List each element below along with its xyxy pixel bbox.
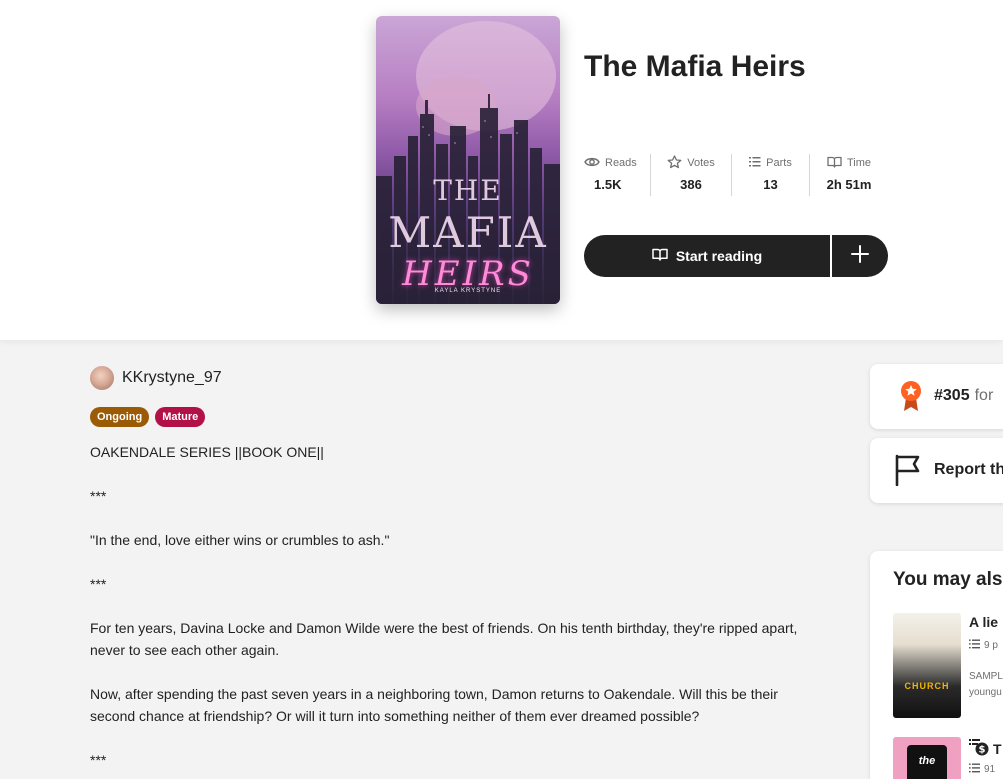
story-title: The Mafia Heirs [584, 50, 806, 83]
stat-time-value: 2h 51m [826, 177, 872, 192]
stat-votes-label: Votes [687, 157, 715, 169]
recommended-book-cover[interactable]: the [893, 737, 961, 779]
avatar [90, 366, 114, 390]
author-link[interactable]: KKrystyne_97 [90, 366, 222, 390]
recommended-book-parts-count: 9 p [984, 640, 998, 651]
report-label: Report th [934, 461, 1003, 478]
description-paragraph: *** [90, 752, 107, 768]
open-book-icon [652, 248, 668, 264]
description-paragraph: OAKENDALE SERIES ||BOOK ONE|| [90, 444, 324, 460]
stat-votes-value: 386 [680, 177, 702, 192]
stat-time: Time 2h 51m [810, 154, 888, 196]
stat-time-label: Time [846, 157, 872, 169]
description-paragraph: Now, after spending the past seven years… [90, 686, 778, 724]
plus-icon [851, 244, 869, 268]
story-stats: Reads 1.5K Votes 386 Parts 13 Time 2h 51… [584, 154, 888, 196]
stat-reads-label: Reads [605, 157, 637, 169]
start-reading-button[interactable]: Start reading [584, 235, 830, 277]
rank-suffix: for [974, 387, 994, 404]
cover-title-line-2: MAFIA [388, 208, 548, 257]
recommended-book-cover-text: the [918, 755, 936, 767]
paid-story-icon: $ [969, 738, 989, 759]
cover-author: KAYLA KRYSTYNE [434, 288, 502, 294]
stat-parts-value: 13 [763, 177, 778, 192]
stat-votes: Votes 386 [651, 154, 731, 196]
flag-icon [894, 454, 922, 491]
stat-parts-label: Parts [766, 157, 792, 169]
recommended-book-title[interactable]: A lie [969, 614, 998, 630]
stat-reads: Reads 1.5K [584, 154, 650, 196]
recommended-book-description: SAMPL youngu [969, 669, 1003, 701]
stat-parts: Parts 13 [732, 154, 809, 196]
add-to-library-button[interactable] [832, 235, 888, 277]
story-description: OAKENDALE SERIES ||BOOK ONE|| *** "In th… [90, 441, 800, 779]
recommended-book-parts: 9 p [969, 639, 998, 652]
recommended-book-description-line: youngu [969, 687, 1002, 698]
star-icon [667, 154, 682, 172]
recommendations-heading: You may als [893, 569, 1003, 590]
recommended-book-title: T [993, 740, 1002, 757]
rank-number: #305 [934, 387, 970, 404]
ranking-card[interactable]: #305 for [870, 364, 1003, 429]
description-paragraph: *** [90, 576, 107, 592]
recommendations-card: You may als CHURCH A lie 9 p SAMPL young… [870, 551, 1003, 779]
recommended-book-title-row[interactable]: $ T [969, 738, 1002, 759]
rank-text: #305 for [934, 387, 993, 405]
book-cover[interactable]: THE MAFIA HEIRS KAYLA KRYSTYNE [376, 16, 560, 304]
list-icon [969, 639, 980, 652]
list-icon [749, 156, 761, 171]
svg-text:$: $ [979, 745, 986, 756]
book-icon [827, 156, 842, 171]
story-header: THE MAFIA HEIRS KAYLA KRYSTYNE The Mafia… [0, 0, 1003, 340]
recommended-book-cover[interactable]: CHURCH [893, 613, 961, 718]
status-badge-mature: Mature [155, 407, 206, 427]
stat-reads-value: 1.5K [594, 177, 622, 192]
author-name: KKrystyne_97 [122, 369, 222, 386]
award-ribbon-icon [900, 380, 922, 417]
description-paragraph: *** [90, 488, 107, 504]
status-badge-ongoing: Ongoing [90, 407, 150, 427]
recommended-book-parts: 91 [969, 763, 995, 776]
list-icon [969, 763, 980, 776]
story-tags: Ongoing Mature [90, 407, 206, 427]
start-reading-label: Start reading [675, 248, 763, 264]
cover-title-line-1: THE [433, 174, 503, 207]
description-paragraph: "In the end, love either wins or crumble… [90, 532, 390, 548]
recommended-book-description-line: SAMPL [969, 671, 1003, 682]
report-story-button[interactable]: Report th [870, 438, 1003, 503]
recommended-book-cover-text: CHURCH [904, 681, 950, 691]
eye-icon [584, 156, 600, 171]
recommended-book-parts-count: 91 [984, 764, 996, 775]
description-paragraph: For ten years, Davina Locke and Damon Wi… [90, 620, 798, 658]
